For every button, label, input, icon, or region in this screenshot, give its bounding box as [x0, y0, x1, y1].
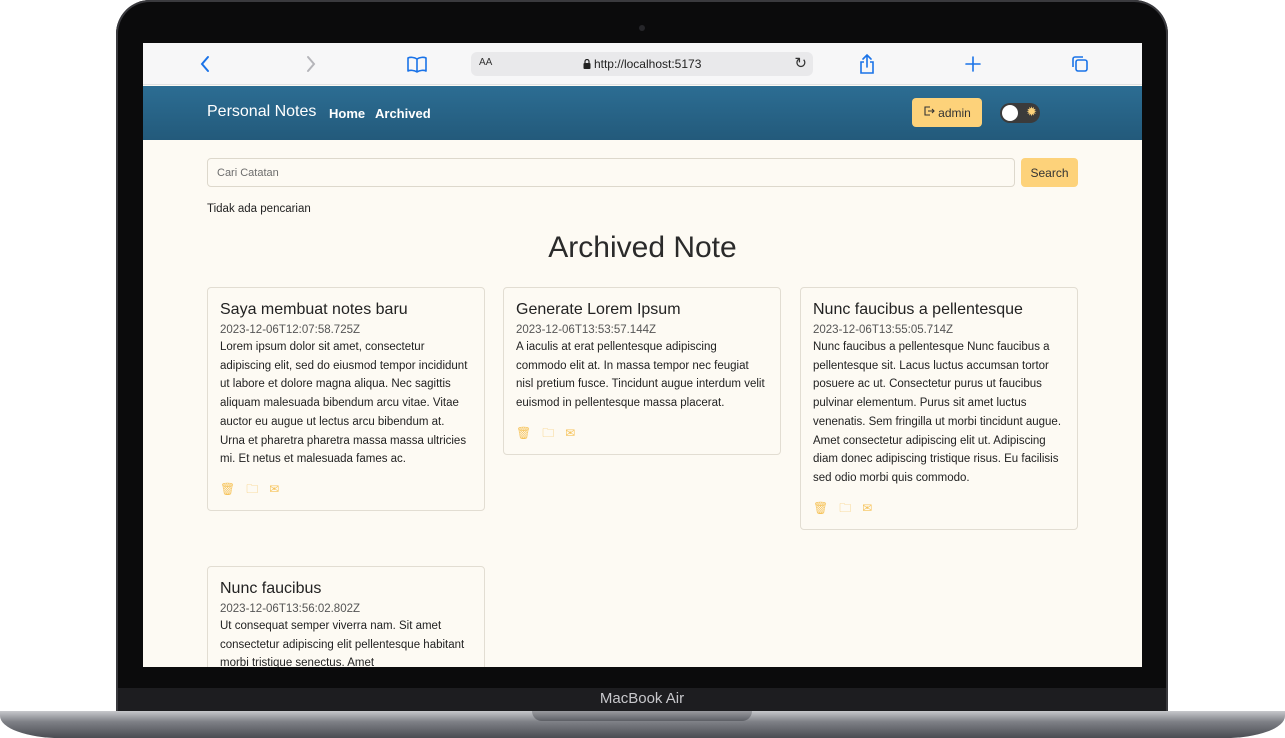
note-date: 2023-12-06T12:07:58.725Z [220, 324, 361, 336]
note-card: Generate Lorem Ipsum 2023-12-06T13:53:57… [503, 287, 781, 455]
share-icon[interactable] [855, 52, 879, 76]
address-bar[interactable]: AA http://localhost:5173 ↻ [471, 52, 813, 76]
theme-toggle[interactable]: ✹ [1000, 103, 1040, 123]
plus-icon[interactable] [961, 52, 985, 76]
page-title: Archived Note [548, 231, 737, 264]
lock-icon [583, 57, 594, 71]
note-date: 2023-12-06T13:53:57.144Z [516, 324, 657, 336]
toggle-knob [1002, 105, 1018, 121]
forward-icon[interactable] [299, 52, 323, 76]
note-card: Nunc faucibus a pellentesque 2023-12-06T… [800, 287, 1078, 530]
note-body: Ut consequat semper viverra nam. Sit ame… [220, 620, 465, 667]
browser-toolbar: AA http://localhost:5173 ↻ [143, 43, 1142, 85]
logout-icon [923, 105, 935, 120]
note-body: A iaculis at erat pellentesque adipiscin… [516, 341, 765, 410]
envelope-icon[interactable]: ✉ [862, 501, 872, 529]
envelope-icon[interactable]: ✉ [269, 482, 279, 510]
note-title: Saya membuat notes baru [220, 301, 408, 318]
user-name: admin [938, 105, 971, 120]
nav-link-archived[interactable]: Archived [375, 106, 431, 121]
folder-icon[interactable]: 🗀 [542, 426, 554, 454]
back-icon[interactable] [193, 52, 217, 76]
note-actions: 🗑 🗀 ✉ [516, 426, 768, 454]
screen: AA http://localhost:5173 ↻ Personal Note… [143, 43, 1142, 667]
note-title: Nunc faucibus a pellentesque [813, 301, 1023, 318]
trash-icon[interactable]: 🗑 [220, 482, 235, 510]
folder-icon[interactable]: 🗀 [246, 482, 258, 510]
logout-button[interactable]: admin [912, 98, 982, 127]
laptop-chin: MacBook Air [118, 688, 1166, 712]
note-date: 2023-12-06T13:55:05.714Z [813, 324, 954, 336]
url-text: http://localhost:5173 [593, 57, 702, 71]
note-actions: 🗑 🗀 ✉ [220, 482, 472, 510]
note-body: Nunc faucibus a pellentesque Nunc faucib… [813, 341, 1062, 484]
nav-link-home[interactable]: Home [329, 106, 365, 121]
folder-icon[interactable]: 🗀 [839, 501, 851, 529]
book-icon[interactable] [405, 52, 429, 76]
reload-icon[interactable]: ↻ [794, 54, 807, 72]
search-status: Tidak ada pencarian [207, 203, 311, 215]
tabs-icon[interactable] [1068, 52, 1092, 76]
laptop-notch [532, 711, 752, 721]
note-card: Saya membuat notes baru 2023-12-06T12:07… [207, 287, 485, 511]
app-navbar: Personal Notes Home Archived admin ✹ [143, 86, 1142, 140]
device-label: MacBook Air [599, 690, 685, 707]
camera-dot [639, 25, 645, 31]
note-title: Nunc faucibus [220, 580, 322, 597]
note-card: Nunc faucibus 2023-12-06T13:56:02.802Z U… [207, 566, 485, 667]
note-body: Lorem ipsum dolor sit amet, consectetur … [220, 341, 468, 466]
envelope-icon[interactable]: ✉ [565, 426, 575, 454]
search-input[interactable] [207, 158, 1015, 187]
trash-icon[interactable]: 🗑 [813, 501, 828, 529]
brand-title[interactable]: Personal Notes [207, 103, 316, 121]
search-button[interactable]: Search [1021, 158, 1078, 187]
note-actions: 🗑 🗀 ✉ [813, 501, 1065, 529]
sun-icon: ✹ [1026, 105, 1037, 120]
note-date: 2023-12-06T13:56:02.802Z [220, 603, 361, 615]
note-title: Generate Lorem Ipsum [516, 301, 681, 318]
trash-icon[interactable]: 🗑 [516, 426, 531, 454]
